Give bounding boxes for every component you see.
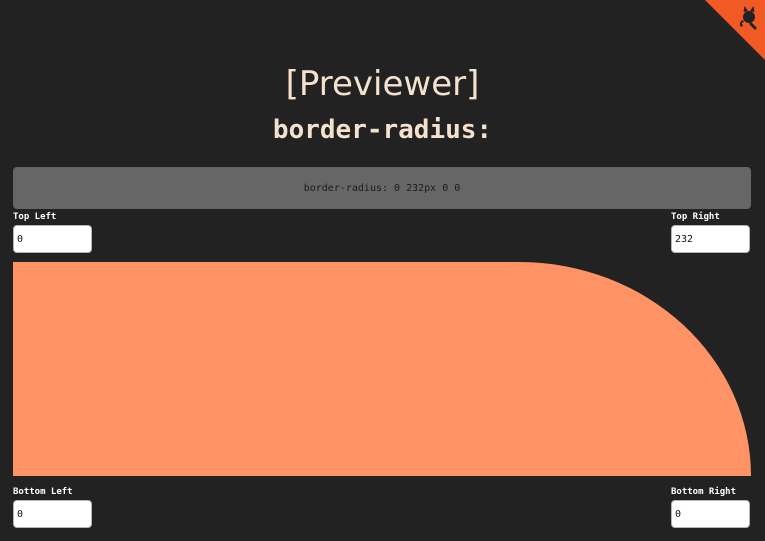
bottom-left-field: Bottom Left [13, 486, 92, 528]
border-radius-preview-shape [13, 262, 751, 476]
top-right-label: Top Right [671, 212, 720, 222]
top-right-field: Top Right [671, 211, 750, 253]
bottom-right-input[interactable] [671, 500, 750, 528]
bottom-right-field: Bottom Right [671, 486, 750, 528]
css-output-box: border-radius: 0 232px 0 0 [13, 167, 751, 209]
top-left-label: Top Left [13, 212, 57, 222]
page-title: [Previewer] [285, 64, 480, 104]
top-left-input[interactable] [13, 225, 92, 253]
github-octocat-icon [705, 0, 765, 60]
bottom-left-label: Bottom Left [13, 487, 73, 497]
github-corner-link[interactable] [705, 0, 765, 60]
page-subtitle: border-radius: [272, 115, 493, 145]
css-output-text: border-radius: 0 232px 0 0 [303, 182, 461, 194]
top-left-field: Top Left [13, 211, 92, 253]
top-right-input[interactable] [671, 225, 750, 253]
bottom-left-input[interactable] [13, 500, 92, 528]
bottom-right-label: Bottom Right [671, 487, 737, 497]
